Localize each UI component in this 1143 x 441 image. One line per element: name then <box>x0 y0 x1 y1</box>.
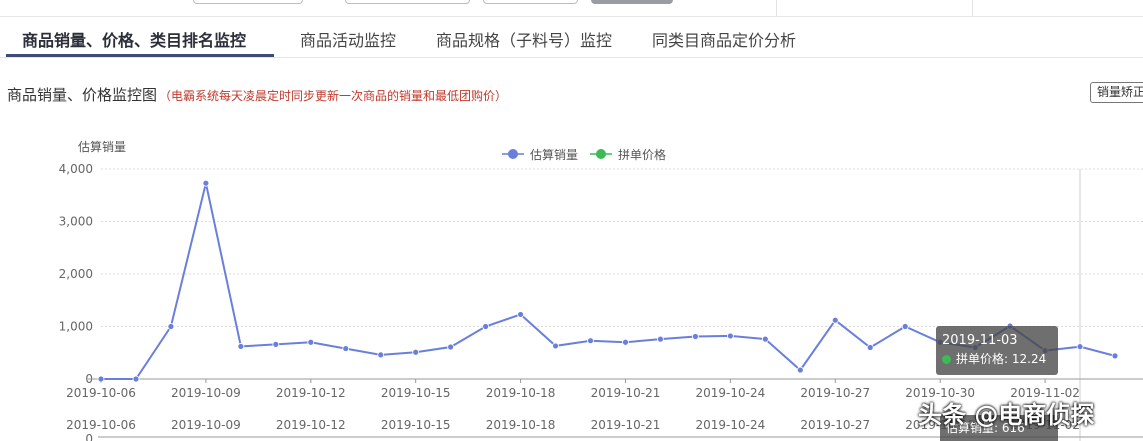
tooltip-price-label: 拼单价格: 12.24 <box>956 352 1047 366</box>
x-tick-label: 2019-10-21 <box>591 386 661 400</box>
sales-data-point <box>587 337 594 345</box>
lower-x-tick-label: 2019-10-09 <box>171 418 241 432</box>
lower-x-tick-label: 2019-10-27 <box>800 418 870 432</box>
sales-data-point <box>482 323 490 330</box>
x-tick-label: 2019-10-09 <box>171 386 241 400</box>
sales-data-point <box>1111 352 1119 360</box>
x-tick-label: 2019-10-24 <box>696 386 766 400</box>
sales-data-point <box>1076 343 1084 351</box>
sales-data-point <box>342 345 350 352</box>
sales-data-point <box>901 323 909 330</box>
x-tick-label: 2019-10-12 <box>276 386 346 400</box>
y-tick-label: 3,000 <box>59 215 93 229</box>
x-tick-label: 2019-10-27 <box>800 386 870 400</box>
lower-x-tick-label: 2019-10-21 <box>591 418 661 432</box>
sales-data-point <box>272 340 280 348</box>
sales-data-point <box>866 344 874 351</box>
sales-data-point <box>622 338 629 346</box>
sales-data-point <box>796 366 804 374</box>
lower-y-tick-label: 0 <box>85 432 93 441</box>
x-tick-label: 2019-10-18 <box>486 386 556 400</box>
tooltip-date: 2019-11-03 <box>942 333 1018 348</box>
sales-data-point <box>412 348 420 356</box>
legend-label: 估算销量 <box>530 147 578 162</box>
price-dot-icon <box>942 355 951 364</box>
sales-data-point <box>202 179 210 187</box>
sales-data-point <box>517 311 524 318</box>
sales-data-point <box>97 375 105 383</box>
sales-data-point <box>552 342 559 350</box>
x-tick-label: 2019-10-06 <box>66 386 136 400</box>
lower-x-tick-label: 2019-10-18 <box>486 418 556 432</box>
sales-data-point <box>761 335 769 343</box>
sales-data-point <box>377 351 385 359</box>
sales-data-point <box>167 323 175 330</box>
lower-x-tick-label: 2019-10-06 <box>66 418 136 432</box>
sales-data-point <box>831 316 839 324</box>
legend-marker <box>508 149 518 159</box>
y-tick-label: 4,000 <box>59 162 93 176</box>
lower-x-tick-label: 2019-10-12 <box>276 418 346 432</box>
sales-data-point <box>132 375 140 383</box>
lower-x-tick-label: 2019-10-15 <box>381 418 451 432</box>
legend-marker <box>596 149 606 159</box>
sales-data-point <box>726 332 734 340</box>
watermark: 头条 @电商侦探 <box>918 401 1095 429</box>
lower-x-tick-label: 2019-10-24 <box>696 418 766 432</box>
x-tick-label: 2019-10-15 <box>381 386 451 400</box>
tooltip-price-row: 拼单价格: 12.24 <box>942 350 1052 368</box>
y-tick-label: 1,000 <box>59 320 93 334</box>
chart-tooltip: 2019-11-03 拼单价格: 12.24 <box>936 326 1058 375</box>
sales-data-point <box>307 338 315 346</box>
sales-data-point <box>692 333 699 340</box>
legend-label: 拼单价格 <box>618 147 666 162</box>
sales-data-point <box>657 335 664 343</box>
sales-data-point <box>447 343 455 351</box>
y-tick-label: 2,000 <box>59 267 93 281</box>
y-axis-title: 估算销量 <box>78 139 126 154</box>
sales-data-point <box>237 343 245 350</box>
